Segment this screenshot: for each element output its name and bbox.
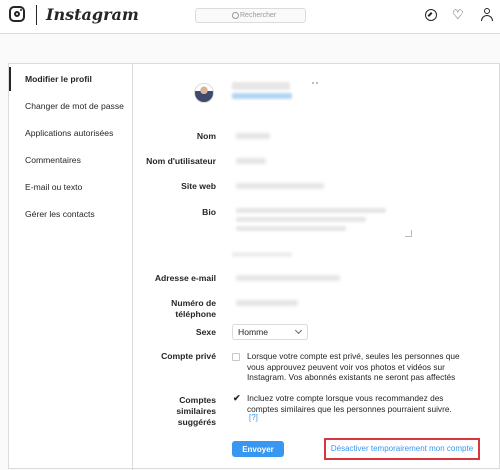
sidebar-item-change-password[interactable]: Changer de mot de passe bbox=[9, 94, 132, 118]
instagram-wordmark[interactable]: Instagram bbox=[46, 5, 139, 24]
personal-info-heading-redacted bbox=[232, 252, 292, 257]
username-label: Nom d'utilisateur bbox=[146, 156, 216, 166]
similar-accounts-label: Comptes similaires suggérés bbox=[176, 395, 216, 427]
chevron-down-icon bbox=[294, 326, 303, 335]
avatar[interactable] bbox=[194, 83, 214, 103]
private-account-label: Compte privé bbox=[161, 351, 216, 361]
phone-field[interactable] bbox=[232, 296, 412, 310]
name-label: Nom bbox=[196, 131, 216, 141]
sidebar-item-edit-profile[interactable]: Modifier le profil bbox=[9, 67, 132, 91]
sidebar-item-comments[interactable]: Commentaires bbox=[9, 148, 132, 172]
settings-sidebar: Modifier le profil Changer de mot de pas… bbox=[9, 64, 133, 470]
email-field[interactable] bbox=[232, 271, 412, 285]
logo-divider bbox=[36, 5, 37, 25]
more-options-icon[interactable] bbox=[312, 82, 318, 85]
change-photo-link-redacted[interactable] bbox=[232, 93, 292, 99]
gender-select[interactable]: Homme bbox=[232, 324, 308, 340]
bio-field[interactable] bbox=[232, 203, 412, 237]
disable-account-link[interactable]: Désactiver temporairement mon compte bbox=[324, 438, 480, 460]
sidebar-item-email-sms[interactable]: E-mail ou texto bbox=[9, 175, 132, 199]
gender-label: Sexe bbox=[195, 327, 216, 337]
private-account-checkbox[interactable] bbox=[232, 353, 240, 361]
sidebar-item-authorized-apps[interactable]: Applications autorisées bbox=[9, 121, 132, 145]
instagram-logo-icon[interactable] bbox=[9, 6, 25, 22]
sidebar-item-manage-contacts[interactable]: Gérer les contacts bbox=[9, 202, 132, 226]
phone-label: Numéro de téléphone bbox=[171, 298, 216, 319]
similar-accounts-help-link[interactable]: [?] bbox=[249, 413, 258, 422]
heart-icon[interactable]: ♡ bbox=[452, 8, 464, 22]
similar-accounts-description: Incluez votre compte lorsque vous recomm… bbox=[247, 393, 452, 414]
website-field[interactable] bbox=[232, 179, 412, 193]
search-input[interactable]: Rechercher bbox=[195, 8, 306, 23]
submit-button[interactable]: Envoyer bbox=[232, 441, 284, 457]
bio-label: Bio bbox=[202, 207, 216, 217]
search-placeholder: Rechercher bbox=[240, 12, 277, 19]
email-label: Adresse e-mail bbox=[154, 273, 216, 283]
similar-accounts-checkbox[interactable]: ✔ bbox=[233, 394, 241, 403]
profile-username-redacted bbox=[232, 82, 290, 90]
compass-icon[interactable] bbox=[425, 9, 437, 21]
user-icon[interactable] bbox=[481, 8, 493, 21]
search-icon bbox=[232, 12, 239, 19]
name-field[interactable] bbox=[232, 129, 412, 143]
username-field[interactable] bbox=[232, 154, 412, 168]
bio-resize-handle[interactable] bbox=[405, 230, 412, 237]
private-account-description: Lorsque votre compte est privé, seules l… bbox=[247, 351, 460, 382]
top-navigation-bar: Instagram Rechercher ♡ bbox=[0, 0, 500, 34]
website-label: Site web bbox=[181, 181, 216, 191]
